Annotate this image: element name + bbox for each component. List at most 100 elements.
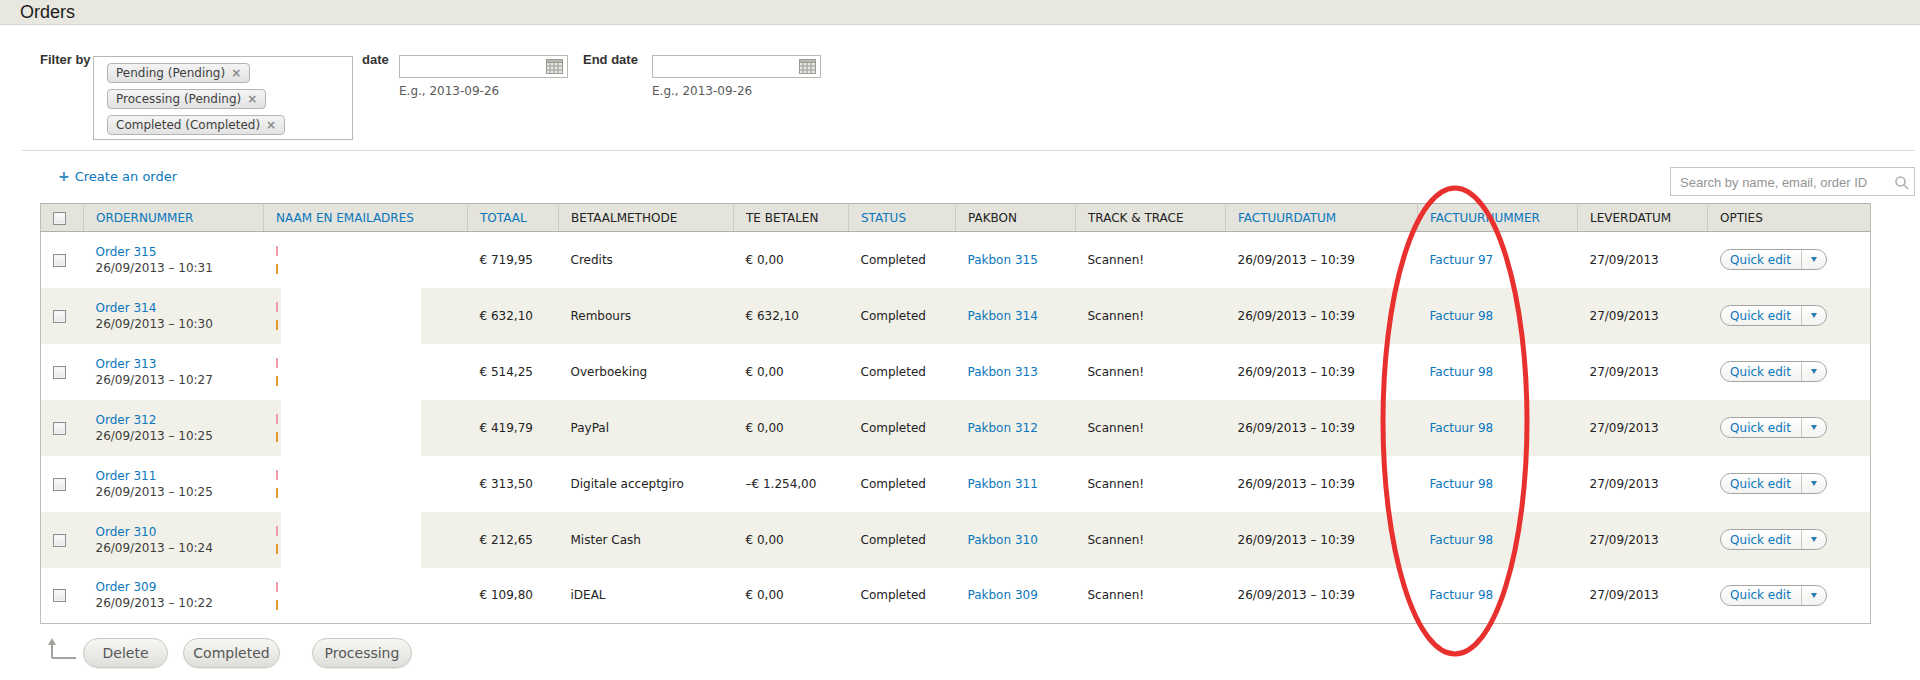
order-link[interactable]: Order 315 <box>96 245 157 259</box>
redacted-name-box <box>281 568 421 624</box>
chevron-down-icon[interactable] <box>1802 313 1826 318</box>
quick-edit-label: Quick edit <box>1721 533 1801 547</box>
quick-edit-button[interactable]: Quick edit <box>1720 305 1827 326</box>
filter-tags-box[interactable]: Pending (Pending) × Processing (Pending) ×… <box>93 56 353 140</box>
header-status[interactable]: STATUS <box>849 204 956 232</box>
chevron-down-icon[interactable] <box>1802 257 1826 262</box>
status-cell: Completed <box>849 344 956 400</box>
date-input[interactable] <box>399 55 568 78</box>
header-totaal[interactable]: TOTAAL <box>468 204 559 232</box>
order-link[interactable]: Order 311 <box>96 469 157 483</box>
apply-to-selection-arrow-icon <box>44 636 84 664</box>
row-checkbox[interactable] <box>53 589 66 602</box>
row-select-cell <box>41 512 84 568</box>
payment-method-cell: Rembours <box>559 288 734 344</box>
invoice-link[interactable]: Factuur 98 <box>1430 365 1494 379</box>
redacted-name-mark <box>276 358 279 368</box>
filter-tag-processing[interactable]: Processing (Pending) × <box>107 89 266 109</box>
table-header-row: ORDERNUMMER NAAM EN EMAILADRES TOTAAL BE… <box>41 204 1871 232</box>
redacted-name-box <box>281 232 421 288</box>
order-link[interactable]: Order 312 <box>96 413 157 427</box>
filter-tag-pending[interactable]: Pending (Pending) × <box>107 63 250 83</box>
quick-edit-button[interactable]: Quick edit <box>1720 529 1827 550</box>
delivery-date-cell: 27/09/2013 <box>1578 400 1708 456</box>
filter-tag-completed[interactable]: Completed (Completed)× <box>107 115 285 135</box>
filter-tag-label: Processing (Pending) <box>116 92 241 106</box>
name-email-cell <box>264 232 468 288</box>
quick-edit-button[interactable]: Quick edit <box>1720 585 1827 606</box>
filter-tag-label: Pending (Pending) <box>116 66 225 80</box>
redacted-name-box <box>281 288 421 344</box>
chevron-down-icon[interactable] <box>1802 369 1826 374</box>
status-cell: Completed <box>849 288 956 344</box>
calendar-icon[interactable] <box>799 59 816 74</box>
order-date: 26/09/2013 – 10:31 <box>96 261 264 275</box>
header-factuurnummer[interactable]: FACTUURNUMMER <box>1418 204 1578 232</box>
pakbon-link[interactable]: Pakbon 312 <box>968 421 1038 435</box>
row-checkbox[interactable] <box>53 366 66 379</box>
calendar-icon[interactable] <box>546 59 563 74</box>
pakbon-cell: Pakbon 311 <box>956 456 1076 512</box>
invoice-link[interactable]: Factuur 98 <box>1430 421 1494 435</box>
header-te-betalen: TE BETALEN <box>734 204 849 232</box>
pakbon-link[interactable]: Pakbon 313 <box>968 365 1038 379</box>
header-opties: OPTIES <box>1708 204 1871 232</box>
row-checkbox[interactable] <box>53 310 66 323</box>
header-ordernummer[interactable]: ORDERNUMMER <box>84 204 264 232</box>
delivery-date-cell: 27/09/2013 <box>1578 568 1708 624</box>
quick-edit-button[interactable]: Quick edit <box>1720 361 1827 382</box>
order-link[interactable]: Order 313 <box>96 357 157 371</box>
remove-tag-icon[interactable]: × <box>266 118 276 132</box>
quick-edit-button[interactable]: Quick edit <box>1720 249 1827 270</box>
search-input[interactable]: Search by name, email, order ID <box>1670 167 1915 196</box>
row-checkbox[interactable] <box>53 534 66 547</box>
completed-button[interactable]: Completed <box>183 638 280 668</box>
header-naam-en-emailadres[interactable]: NAAM EN EMAILADRES <box>264 204 468 232</box>
processing-button[interactable]: Processing <box>312 638 412 668</box>
create-order-link[interactable]: +Create an order <box>58 168 177 184</box>
row-checkbox[interactable] <box>53 254 66 267</box>
quick-edit-button[interactable]: Quick edit <box>1720 473 1827 494</box>
invoice-link[interactable]: Factuur 97 <box>1430 253 1494 267</box>
order-date: 26/09/2013 – 10:24 <box>96 541 264 555</box>
name-email-cell <box>264 568 468 624</box>
redacted-name-mark <box>276 526 279 536</box>
chevron-down-icon[interactable] <box>1802 425 1826 430</box>
order-link[interactable]: Order 310 <box>96 525 157 539</box>
row-checkbox[interactable] <box>53 422 66 435</box>
end-date-input[interactable] <box>652 55 821 78</box>
pakbon-link[interactable]: Pakbon 311 <box>968 477 1038 491</box>
row-select-cell <box>41 400 84 456</box>
invoice-link[interactable]: Factuur 98 <box>1430 533 1494 547</box>
order-cell: Order 315 26/09/2013 – 10:31 <box>84 232 264 288</box>
delete-button[interactable]: Delete <box>83 638 168 668</box>
pakbon-link[interactable]: Pakbon 310 <box>968 533 1038 547</box>
pakbon-link[interactable]: Pakbon 309 <box>968 588 1038 602</box>
invoice-link[interactable]: Factuur 98 <box>1430 588 1494 602</box>
redacted-name-box <box>281 456 421 512</box>
invoice-date-cell: 26/09/2013 – 10:39 <box>1226 568 1418 624</box>
pakbon-link[interactable]: Pakbon 315 <box>968 253 1038 267</box>
header-factuurdatum[interactable]: FACTUURDATUM <box>1226 204 1418 232</box>
invoice-date-cell: 26/09/2013 – 10:39 <box>1226 400 1418 456</box>
order-link[interactable]: Order 309 <box>96 580 157 594</box>
chevron-down-icon[interactable] <box>1802 593 1826 598</box>
remove-tag-icon[interactable]: × <box>231 66 241 80</box>
chevron-down-icon[interactable] <box>1802 481 1826 486</box>
redacted-email-mark <box>276 544 279 554</box>
pakbon-link[interactable]: Pakbon 314 <box>968 309 1038 323</box>
quick-edit-button[interactable]: Quick edit <box>1720 417 1827 438</box>
redacted-name-mark <box>276 470 279 480</box>
order-link[interactable]: Order 314 <box>96 301 157 315</box>
orders-table: ORDERNUMMER NAAM EN EMAILADRES TOTAAL BE… <box>40 203 1871 624</box>
select-all-checkbox[interactable] <box>53 212 66 225</box>
invoice-link[interactable]: Factuur 98 <box>1430 477 1494 491</box>
pakbon-cell: Pakbon 315 <box>956 232 1076 288</box>
invoice-link[interactable]: Factuur 98 <box>1430 309 1494 323</box>
row-checkbox[interactable] <box>53 478 66 491</box>
chevron-down-icon[interactable] <box>1802 537 1826 542</box>
title-bar: Orders <box>0 0 1920 25</box>
remove-tag-icon[interactable]: × <box>247 92 257 106</box>
pakbon-cell: Pakbon 312 <box>956 400 1076 456</box>
quick-edit-label: Quick edit <box>1721 588 1801 602</box>
